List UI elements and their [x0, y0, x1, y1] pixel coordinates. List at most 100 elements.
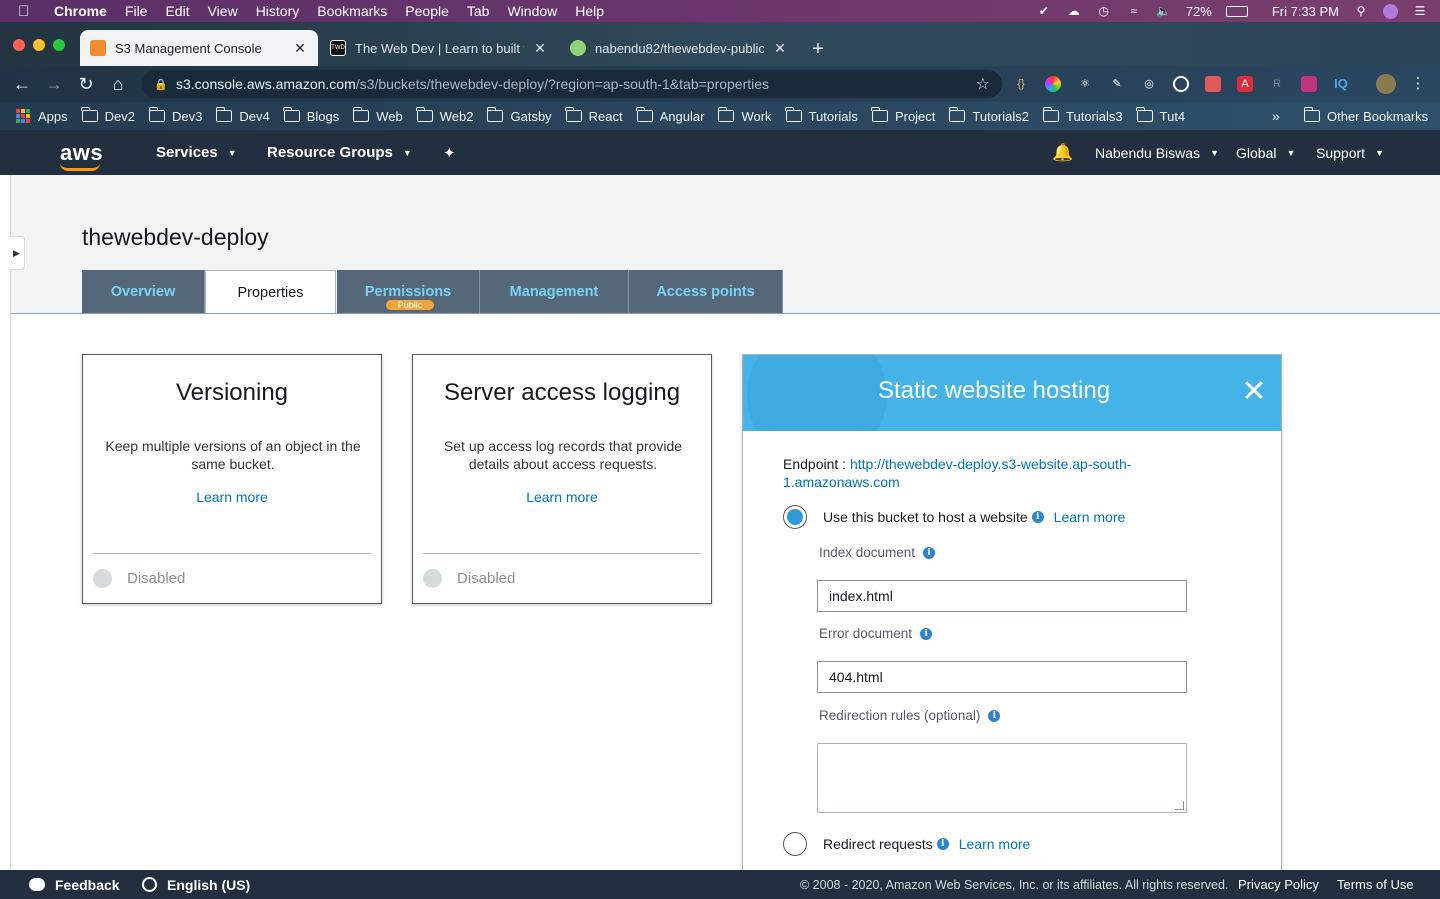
- tab-overview[interactable]: Overview: [82, 270, 205, 313]
- window-zoom-button[interactable]: [53, 39, 65, 51]
- close-tab-icon[interactable]: ✕: [532, 40, 548, 57]
- menu-file[interactable]: File: [125, 3, 148, 19]
- learn-more-link[interactable]: Learn more: [413, 489, 711, 505]
- feedback-button[interactable]: Feedback: [29, 870, 120, 899]
- info-icon[interactable]: i: [988, 709, 1001, 722]
- check-circle-icon[interactable]: ✔: [1036, 4, 1052, 18]
- extension-icon-json[interactable]: {}: [1013, 76, 1029, 92]
- bookmark-folder-project[interactable]: Project: [871, 107, 935, 124]
- browser-tab-s3-console[interactable]: S3 Management Console ✕: [80, 30, 318, 66]
- menubar-clock[interactable]: Fri 7:33 PM: [1272, 4, 1339, 19]
- bookmark-folder-react[interactable]: React: [565, 107, 623, 124]
- info-icon[interactable]: i: [1031, 511, 1044, 523]
- menu-people[interactable]: People: [405, 3, 449, 19]
- bookmark-star-icon[interactable]: ☆: [976, 74, 990, 94]
- bookmark-folder-dev3[interactable]: Dev3: [148, 107, 202, 124]
- chrome-menu-icon[interactable]: ⋮: [1410, 76, 1426, 92]
- bookmark-folder-gatsby[interactable]: Gatsby: [486, 107, 552, 124]
- error-document-input[interactable]: 404.html: [817, 661, 1187, 693]
- extension-icon-chart[interactable]: [1301, 76, 1317, 92]
- bookmarks-overflow-chevron[interactable]: »: [1272, 108, 1280, 124]
- new-tab-button[interactable]: +: [806, 38, 830, 62]
- menu-view[interactable]: View: [208, 3, 238, 19]
- address-bar[interactable]: 🔒 s3.console.aws.amazon.com/s3/buckets/t…: [142, 70, 1002, 98]
- menu-history[interactable]: History: [256, 3, 300, 19]
- menu-tab[interactable]: Tab: [467, 3, 490, 19]
- bookmark-folder-tut4[interactable]: Tut4: [1136, 107, 1185, 124]
- close-tab-icon[interactable]: ✕: [772, 40, 788, 57]
- window-close-button[interactable]: [13, 39, 25, 51]
- menu-bookmarks[interactable]: Bookmarks: [317, 3, 387, 19]
- home-icon[interactable]: ⌂: [107, 73, 129, 95]
- profile-avatar[interactable]: [1376, 74, 1396, 94]
- reload-icon[interactable]: ↻: [75, 73, 97, 95]
- info-icon[interactable]: i: [923, 546, 936, 559]
- browser-tab-github[interactable]: nabendu82/thewebdev-public ✕: [560, 30, 798, 66]
- forward-arrow-icon[interactable]: →: [43, 73, 65, 95]
- resource-groups-menu[interactable]: Resource Groups ▼: [267, 130, 412, 175]
- bookmark-folder-web[interactable]: Web: [352, 107, 403, 124]
- use-bucket-option[interactable]: Use this bucket to host a website i Lear…: [783, 505, 1125, 529]
- use-bucket-radio[interactable]: [783, 505, 807, 529]
- extension-icon-pen[interactable]: ✎: [1109, 76, 1125, 92]
- redirection-rules-textarea[interactable]: [817, 743, 1187, 813]
- battery-icon[interactable]: [1225, 5, 1248, 17]
- menu-edit[interactable]: Edit: [165, 3, 189, 19]
- learn-more-link[interactable]: Learn more: [83, 489, 381, 505]
- bookmark-folder-tutorials2[interactable]: Tutorials2: [948, 107, 1029, 124]
- services-menu[interactable]: Services ▼: [156, 130, 237, 175]
- bookmark-folder-tutorials[interactable]: Tutorials: [785, 107, 858, 124]
- bookmark-folder-angular[interactable]: Angular: [636, 107, 704, 124]
- account-menu[interactable]: Nabendu Biswas ▼: [1095, 130, 1219, 175]
- extension-icon-iq[interactable]: IQ: [1331, 76, 1351, 92]
- menu-window[interactable]: Window: [507, 3, 557, 19]
- bookmark-folder-work[interactable]: Work: [717, 107, 772, 124]
- versioning-card[interactable]: Versioning Keep multiple versions of an …: [82, 354, 382, 604]
- time-machine-icon[interactable]: ◷: [1096, 4, 1112, 18]
- bookmark-folder-tutorials3[interactable]: Tutorials3: [1042, 107, 1123, 124]
- bookmark-folder-dev4[interactable]: Dev4: [215, 107, 270, 124]
- cloud-icon[interactable]: ☁: [1066, 4, 1082, 18]
- close-icon[interactable]: ✕: [1239, 377, 1269, 407]
- privacy-policy-link[interactable]: Privacy Policy: [1238, 870, 1319, 899]
- redirect-requests-option[interactable]: Redirect requests i Learn more: [783, 832, 1030, 856]
- spotlight-search-icon[interactable]: ⚲: [1353, 4, 1369, 18]
- bookmark-other-bookmarks[interactable]: Other Bookmarks: [1303, 107, 1428, 124]
- info-icon[interactable]: i: [920, 627, 933, 640]
- menu-app-name[interactable]: Chrome: [54, 3, 107, 19]
- notifications-bell-icon[interactable]: 🔔: [1052, 130, 1073, 175]
- tab-properties[interactable]: Properties: [205, 270, 336, 314]
- extension-icon-colorpicker[interactable]: [1045, 76, 1061, 92]
- tab-management[interactable]: Management: [480, 270, 629, 313]
- extension-icon-react[interactable]: ⚛: [1077, 76, 1093, 92]
- back-arrow-icon[interactable]: ←: [11, 73, 33, 95]
- volume-icon[interactable]: 🔈: [1156, 4, 1172, 18]
- extension-icon-video[interactable]: [1205, 76, 1221, 92]
- expand-sidebar-button[interactable]: ▶: [9, 236, 25, 270]
- browser-tab-thewebdev[interactable]: TWD The Web Dev | Learn to built w ✕: [320, 30, 558, 66]
- angular-icon[interactable]: A: [1237, 76, 1253, 92]
- learn-more-link[interactable]: Learn more: [959, 836, 1031, 852]
- bookmark-folder-blogs[interactable]: Blogs: [283, 107, 339, 124]
- region-menu[interactable]: Global ▼: [1236, 130, 1295, 175]
- pin-icon[interactable]: ✦: [443, 130, 456, 175]
- language-selector[interactable]: English (US): [142, 870, 250, 899]
- tab-access-points[interactable]: Access points: [629, 270, 783, 313]
- extension-icon-circle[interactable]: [1173, 76, 1189, 92]
- window-minimize-button[interactable]: [33, 39, 45, 51]
- notification-center-icon[interactable]: ☰: [1412, 4, 1428, 18]
- bookmark-folder-dev2[interactable]: Dev2: [81, 107, 135, 124]
- server-access-logging-card[interactable]: Server access logging Set up access log …: [412, 354, 712, 604]
- redirect-requests-radio[interactable]: [783, 832, 807, 856]
- index-document-input[interactable]: index.html: [817, 580, 1187, 612]
- bookmark-folder-web2[interactable]: Web2: [416, 107, 473, 124]
- support-menu[interactable]: Support ▼: [1316, 130, 1384, 175]
- terms-of-use-link[interactable]: Terms of Use: [1337, 870, 1414, 899]
- bookmark-apps[interactable]: Apps: [16, 109, 68, 124]
- info-icon[interactable]: i: [936, 838, 949, 850]
- extension-icon-target[interactable]: ◎: [1141, 76, 1157, 92]
- learn-more-link[interactable]: Learn more: [1054, 509, 1126, 525]
- lock-icon[interactable]: 🔒: [154, 78, 168, 91]
- siri-icon[interactable]: [1383, 3, 1398, 19]
- apple-icon[interactable]: : [18, 3, 36, 20]
